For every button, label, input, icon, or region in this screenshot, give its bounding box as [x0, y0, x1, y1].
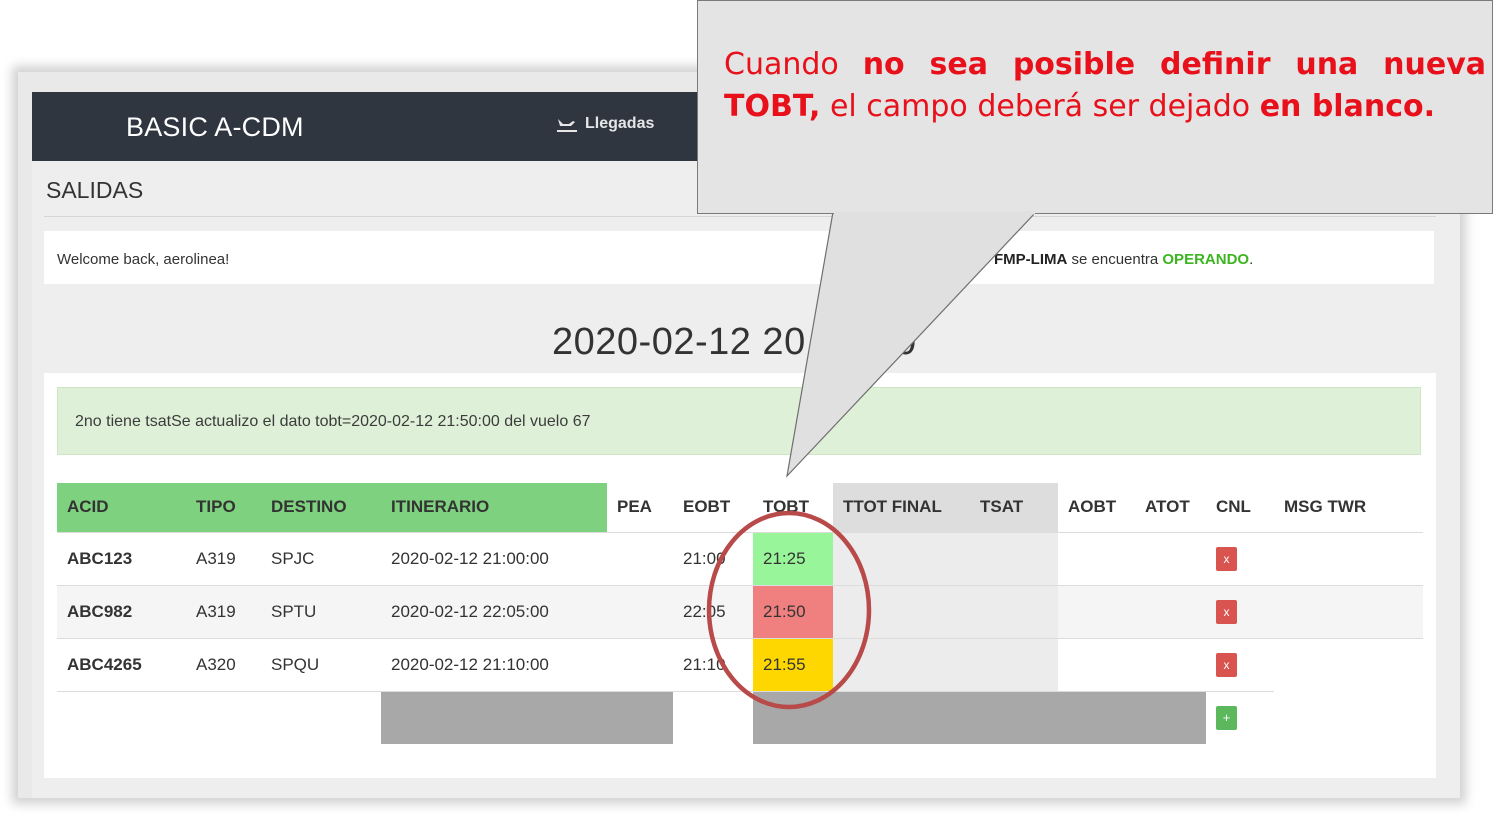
- callout-part1: Cuando: [724, 47, 863, 82]
- callout-part3: el campo deberá ser dejado: [820, 89, 1260, 124]
- callout-part4: en blanco.: [1259, 89, 1435, 124]
- callout-text: Cuando no sea posible definir una nueva …: [724, 44, 1486, 128]
